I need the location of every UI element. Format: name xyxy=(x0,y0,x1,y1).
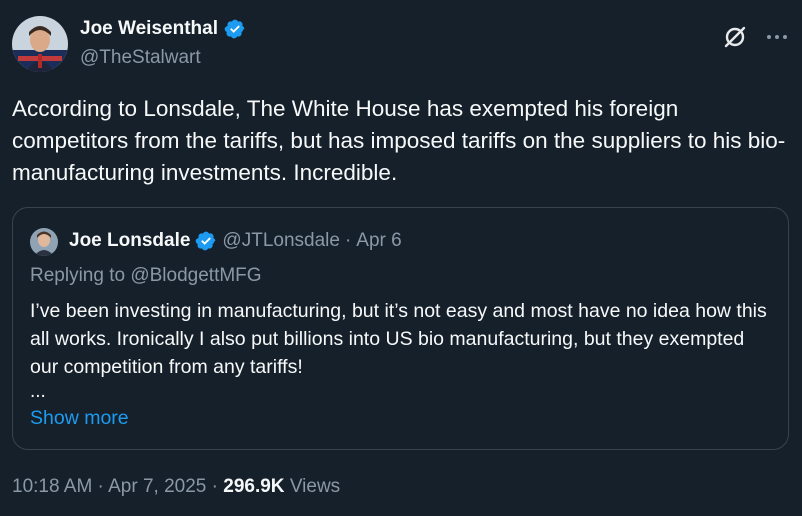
footer-separator: · xyxy=(92,476,109,497)
quoted-replying-to: Replying to @BlodgettMFG xyxy=(30,265,262,286)
footer-separator: · xyxy=(206,476,224,497)
views-count[interactable]: 296.9K xyxy=(223,476,284,497)
author-name-text: Joe Weisenthal xyxy=(80,18,218,39)
quoted-author-handle[interactable]: @JTLonsdale xyxy=(222,230,340,252)
tweet-time[interactable]: 10:18 AM xyxy=(12,476,92,497)
quoted-date[interactable]: Apr 6 xyxy=(356,230,401,252)
grok-icon xyxy=(724,26,746,48)
verified-badge-icon xyxy=(224,19,245,39)
tweet-avatar[interactable] xyxy=(12,16,68,72)
more-icon xyxy=(767,35,787,39)
tweet-text: According to Lonsdale, The White House h… xyxy=(12,96,786,185)
show-more-link[interactable]: Show more xyxy=(30,407,129,430)
tweet-footer: 10:18 AM · Apr 7, 2025 · 296.9K Views xyxy=(12,476,340,498)
quoted-tweet[interactable]: Joe Lonsdale @JTLonsdale · Apr 6 Replyin… xyxy=(12,207,789,450)
tweet-author-name[interactable]: Joe Weisenthal xyxy=(80,18,246,40)
quoted-header: Joe Lonsdale @JTLonsdale · Apr 6 xyxy=(69,230,402,252)
tweet-date[interactable]: Apr 7, 2025 xyxy=(108,476,206,497)
more-button[interactable] xyxy=(764,24,790,50)
views-label[interactable]: Views xyxy=(290,476,340,497)
quoted-separator: · xyxy=(344,230,352,251)
quoted-avatar[interactable] xyxy=(30,228,58,256)
verified-badge-icon xyxy=(196,231,216,251)
quoted-ellipsis: ... xyxy=(30,381,46,402)
quoted-text: I’ve been investing in manufacturing, bu… xyxy=(30,300,767,378)
quoted-author-name[interactable]: Joe Lonsdale xyxy=(69,230,190,252)
grok-button[interactable] xyxy=(722,24,748,50)
tweet-author-handle[interactable]: @TheStalwart xyxy=(80,47,201,69)
